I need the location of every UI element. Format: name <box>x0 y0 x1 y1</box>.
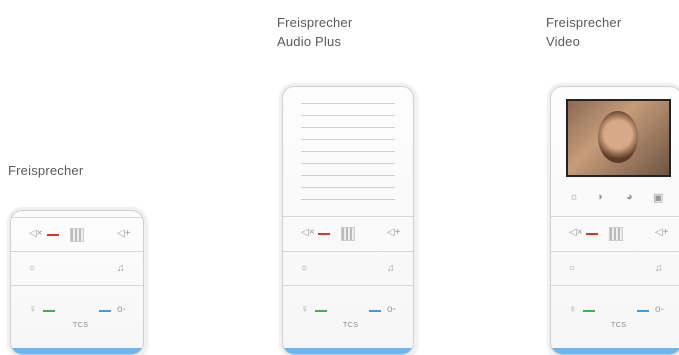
label-video-line2: Video <box>546 34 581 49</box>
speaker-mute-icon[interactable]: ◁× <box>29 228 43 239</box>
contrast-icon[interactable]: ◑ <box>596 191 603 203</box>
speaker-grille-line <box>301 187 395 188</box>
label-audio-plus: Freisprecher Audio Plus <box>277 13 352 51</box>
button-row-talk[interactable]: ♀ o‐ TCS <box>283 285 413 348</box>
brand-logo: TCS <box>611 322 627 329</box>
speaker-grille-line <box>301 199 395 200</box>
speaker-plus-icon[interactable]: ◁+ <box>655 227 669 238</box>
button-row-audio[interactable]: ◁× ◁+ <box>283 216 413 251</box>
button-row-audio[interactable]: ◁× ◁+ <box>551 216 679 251</box>
red-led <box>47 234 59 236</box>
talk-icon[interactable]: ♀ <box>569 304 577 315</box>
speaker-grille-line <box>301 115 395 116</box>
speaker-grille-line <box>301 103 395 104</box>
key-icon[interactable]: o‐ <box>387 304 396 315</box>
speaker-grille-line <box>301 151 395 152</box>
button-row-talk[interactable]: ♀ o‐ TCS <box>11 285 143 348</box>
qr-code-icon <box>341 227 355 241</box>
device-video: ☼ ◑ ◕ ▣ ◁× ◁+ ○ ♫ ♀ o‐ TCS <box>550 86 679 355</box>
green-led <box>43 310 55 312</box>
talk-icon[interactable]: ♀ <box>29 304 37 315</box>
key-icon[interactable]: o‐ <box>117 304 126 315</box>
label-audio-plus-line1: Freisprecher <box>277 15 353 30</box>
camera-icon[interactable]: ▣ <box>653 191 663 204</box>
bell-icon[interactable]: ♫ <box>117 263 125 274</box>
circle-icon[interactable]: ○ <box>569 263 575 274</box>
circle-icon[interactable]: ○ <box>301 263 307 274</box>
video-screen <box>566 99 671 177</box>
device-basic: ◁× ◁+ ○ ♫ ♀ o‐ TCS <box>10 210 144 355</box>
brightness-icon[interactable]: ☼ <box>569 191 579 203</box>
label-basic: Freisprecher <box>8 163 84 178</box>
speaker-mute-icon[interactable]: ◁× <box>301 227 315 238</box>
speaker-plus-icon[interactable]: ◁+ <box>117 228 131 239</box>
button-row-function[interactable]: ○ ♫ <box>551 251 679 286</box>
button-row-audio[interactable]: ◁× ◁+ <box>11 217 143 252</box>
bell-icon[interactable]: ♫ <box>387 263 395 274</box>
key-icon[interactable]: o‐ <box>655 304 664 315</box>
qr-code-icon <box>70 228 84 242</box>
button-row-talk[interactable]: ♀ o‐ TCS <box>551 285 679 348</box>
label-video: Freisprecher Video <box>546 13 621 51</box>
status-led-strip <box>551 348 679 354</box>
brand-logo: TCS <box>73 322 89 329</box>
circle-icon[interactable]: ○ <box>29 263 35 274</box>
bell-icon[interactable]: ♫ <box>655 263 663 274</box>
blue-led <box>99 310 111 312</box>
speaker-grille-line <box>301 175 395 176</box>
person-face <box>598 111 638 163</box>
label-audio-plus-line2: Audio Plus <box>277 34 342 49</box>
blue-led <box>369 310 381 312</box>
brand-logo: TCS <box>343 322 359 329</box>
device-audio-plus: ◁× ◁+ ○ ♫ ♀ o‐ TCS <box>282 86 414 355</box>
button-row-function[interactable]: ○ ♫ <box>283 251 413 286</box>
color-icon[interactable]: ◕ <box>626 191 633 203</box>
talk-icon[interactable]: ♀ <box>301 304 309 315</box>
label-video-line1: Freisprecher <box>546 15 622 30</box>
speaker-grille-line <box>301 139 395 140</box>
status-led-strip <box>283 348 413 354</box>
speaker-grille-line <box>301 127 395 128</box>
red-led <box>318 233 330 235</box>
button-row-function[interactable]: ○ ♫ <box>11 251 143 286</box>
speaker-plus-icon[interactable]: ◁+ <box>387 227 401 238</box>
blue-led <box>637 310 649 312</box>
speaker-mute-icon[interactable]: ◁× <box>569 227 583 238</box>
qr-code-icon <box>609 227 623 241</box>
red-led <box>586 233 598 235</box>
status-led-strip <box>11 348 143 354</box>
speaker-grille-line <box>301 163 395 164</box>
green-led <box>315 310 327 312</box>
green-led <box>583 310 595 312</box>
